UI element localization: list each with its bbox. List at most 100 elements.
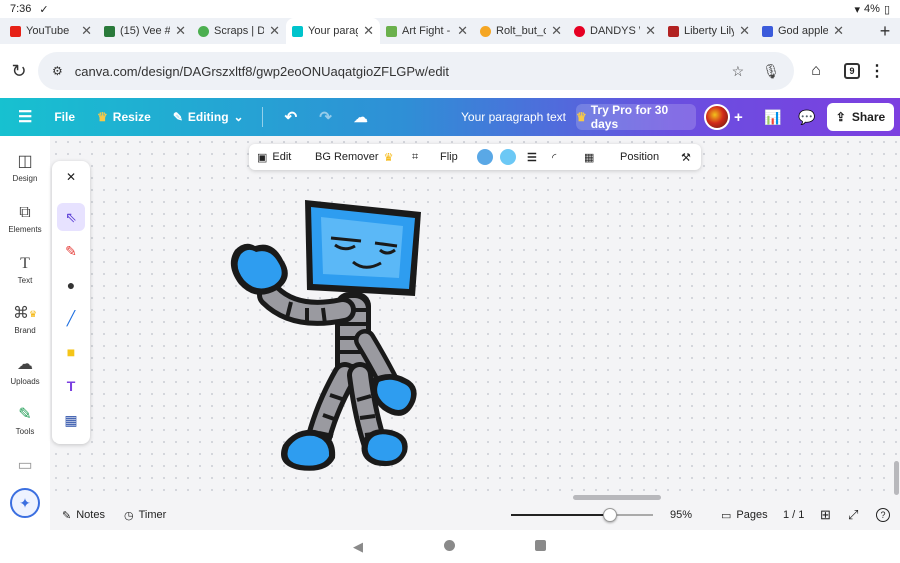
undo-icon[interactable]: ↶	[285, 108, 298, 126]
tab-count-button[interactable]: 9	[844, 63, 860, 79]
character-drawing[interactable]	[215, 190, 425, 475]
rail-item-elements[interactable]: ⧉ Elements	[0, 203, 50, 234]
tab-liberty-lily[interactable]: Liberty Lily ✕	[662, 18, 756, 44]
home-nav-icon[interactable]	[444, 540, 455, 551]
close-icon[interactable]: ✕	[269, 23, 280, 39]
close-icon[interactable]: ✕	[457, 23, 468, 39]
share-icon: ⇪	[835, 110, 846, 124]
shape-tool-icon[interactable]: ●	[57, 271, 85, 299]
recents-icon[interactable]	[535, 540, 546, 551]
try-pro-button[interactable]: ♛ Try Pro for 30 days	[576, 103, 696, 131]
back-icon[interactable]: ◀	[353, 539, 363, 555]
design-title[interactable]: Your paragraph text	[461, 110, 566, 124]
canvas-workspace[interactable]	[50, 136, 900, 500]
design-icon: ◫	[17, 153, 33, 170]
color-swatch-1[interactable]	[477, 149, 493, 165]
line-tool-icon[interactable]: ╱	[57, 304, 85, 332]
comment-icon[interactable]: 💬	[798, 109, 815, 126]
vertical-scrollbar[interactable]	[894, 461, 899, 495]
grid-view-icon[interactable]: ⊞	[820, 507, 831, 523]
close-icon[interactable]: ✕	[175, 23, 186, 39]
pen-tool-icon[interactable]: ✎	[57, 237, 85, 265]
rail-item-text[interactable]: T Text	[0, 254, 50, 285]
microphone-icon[interactable]: 🎙	[762, 63, 780, 80]
tab-scraps[interactable]: Scraps | Da✕	[192, 18, 286, 44]
close-icon[interactable]: ✕	[57, 163, 85, 191]
scraps-favicon-icon	[198, 25, 209, 37]
transparency-icon[interactable]: ▦	[584, 151, 594, 164]
sticky-note-icon[interactable]: ■	[57, 338, 85, 366]
omnibox[interactable]: ⚙ canva.com/design/DAGrszxltf8/gwp2eoONU…	[38, 52, 794, 90]
share-button[interactable]: ⇪ Share	[827, 103, 894, 131]
close-icon[interactable]: ✕	[833, 23, 844, 39]
more-menu-icon[interactable]: ⋮	[860, 61, 894, 81]
timer-button[interactable]: ◷ Timer	[124, 509, 166, 522]
position-button[interactable]: Position	[620, 151, 659, 163]
close-icon[interactable]: ✕	[739, 23, 750, 39]
analytics-icon[interactable]: 📊	[764, 109, 781, 126]
youtube-favicon-icon	[10, 25, 21, 37]
resize-button[interactable]: ♛ Resize	[97, 110, 151, 124]
table-tool-icon[interactable]: ▦	[57, 406, 85, 434]
corner-rounding-icon[interactable]: ◜	[552, 151, 556, 164]
edit-image-button[interactable]: ▣ Edit	[257, 151, 291, 164]
redo-icon[interactable]: ↷	[319, 108, 332, 126]
new-tab-icon[interactable]: +	[870, 21, 900, 42]
reload-icon[interactable]: ↻	[0, 61, 38, 82]
flip-button[interactable]: Flip	[440, 151, 458, 163]
battery-icon: ▯	[883, 3, 890, 16]
editing-mode-button[interactable]: ✎ Editing ⌄	[173, 110, 244, 124]
notes-button[interactable]: ✎ Notes	[62, 509, 105, 522]
copy-style-icon[interactable]: ⚒	[681, 151, 691, 164]
site-info-icon[interactable]: ⚙	[52, 64, 63, 78]
help-icon[interactable]: ?	[876, 508, 890, 522]
hamburger-menu-icon[interactable]: ☰	[18, 107, 32, 127]
select-tool-icon[interactable]: ⇖	[57, 203, 85, 231]
color-swatch-2[interactable]	[500, 149, 516, 165]
vee-favicon-icon	[104, 25, 115, 37]
check-icon: ✓	[39, 3, 49, 16]
tab-youtube[interactable]: YouTube ✕	[4, 18, 98, 44]
border-style-icon[interactable]: ☰	[527, 151, 537, 164]
brand-icon: ⌘♛	[12, 305, 38, 322]
avatar[interactable]	[704, 104, 730, 130]
zoom-slider-handle[interactable]	[603, 508, 617, 522]
rail-item-design[interactable]: ◫ Design	[0, 152, 50, 183]
add-collaborator-icon[interactable]: +	[734, 109, 743, 126]
home-icon[interactable]: ⌂	[798, 62, 834, 80]
zoom-level[interactable]: 95%	[670, 509, 692, 521]
magic-assistant-icon[interactable]: ✦	[10, 488, 40, 518]
tab-rolt[interactable]: Rolt_but_cc✕	[474, 18, 568, 44]
folder-icon: ▭	[17, 457, 33, 474]
draw-tools-panel: ✕ ⇖ ✎ ● ╱ ■ T ▦	[52, 161, 90, 444]
url-text[interactable]: canva.com/design/DAGrszxltf8/gwp2eoONUaq…	[75, 64, 714, 79]
tab-art-fight[interactable]: Art Fight - ✕	[380, 18, 474, 44]
bg-remover-button[interactable]: BG Remover ♛	[315, 151, 393, 164]
text-tool-icon[interactable]: T	[57, 372, 85, 400]
rail-item-projects[interactable]: ▭	[0, 456, 50, 478]
tab-vee[interactable]: (15) Vee # ✕	[98, 18, 192, 44]
rail-item-uploads[interactable]: ☁ Uploads	[0, 355, 50, 386]
crown-icon: ♛	[383, 151, 394, 164]
file-menu[interactable]: File	[54, 110, 75, 124]
chevron-down-icon: ⌄	[233, 110, 244, 124]
close-icon[interactable]: ✕	[551, 23, 562, 39]
close-icon[interactable]: ✕	[363, 23, 374, 39]
notes-icon: ✎	[62, 509, 72, 522]
bookmark-icon[interactable]: ☆	[732, 63, 745, 80]
tab-canva-active[interactable]: Your parag ✕	[286, 18, 380, 44]
close-icon[interactable]: ✕	[81, 23, 92, 39]
art-fight-favicon-icon	[386, 25, 397, 37]
rail-item-brand[interactable]: ⌘♛ Brand	[0, 304, 50, 335]
system-nav-bar: ◀	[0, 530, 900, 563]
zoom-slider-remainder	[611, 514, 653, 516]
clock: 7:36	[10, 3, 32, 15]
tab-god-apple[interactable]: God apple ✕	[756, 18, 850, 44]
fullscreen-icon[interactable]: ⤢	[848, 507, 858, 523]
cloud-save-icon[interactable]: ☁	[354, 109, 368, 126]
close-icon[interactable]: ✕	[645, 23, 656, 39]
pages-button[interactable]: ▭ Pages	[721, 509, 768, 522]
rail-item-tools[interactable]: ✎ Tools	[0, 405, 50, 436]
crop-icon[interactable]: ⌗	[412, 151, 418, 164]
tab-pinterest[interactable]: DANDYS W✕	[568, 18, 662, 44]
